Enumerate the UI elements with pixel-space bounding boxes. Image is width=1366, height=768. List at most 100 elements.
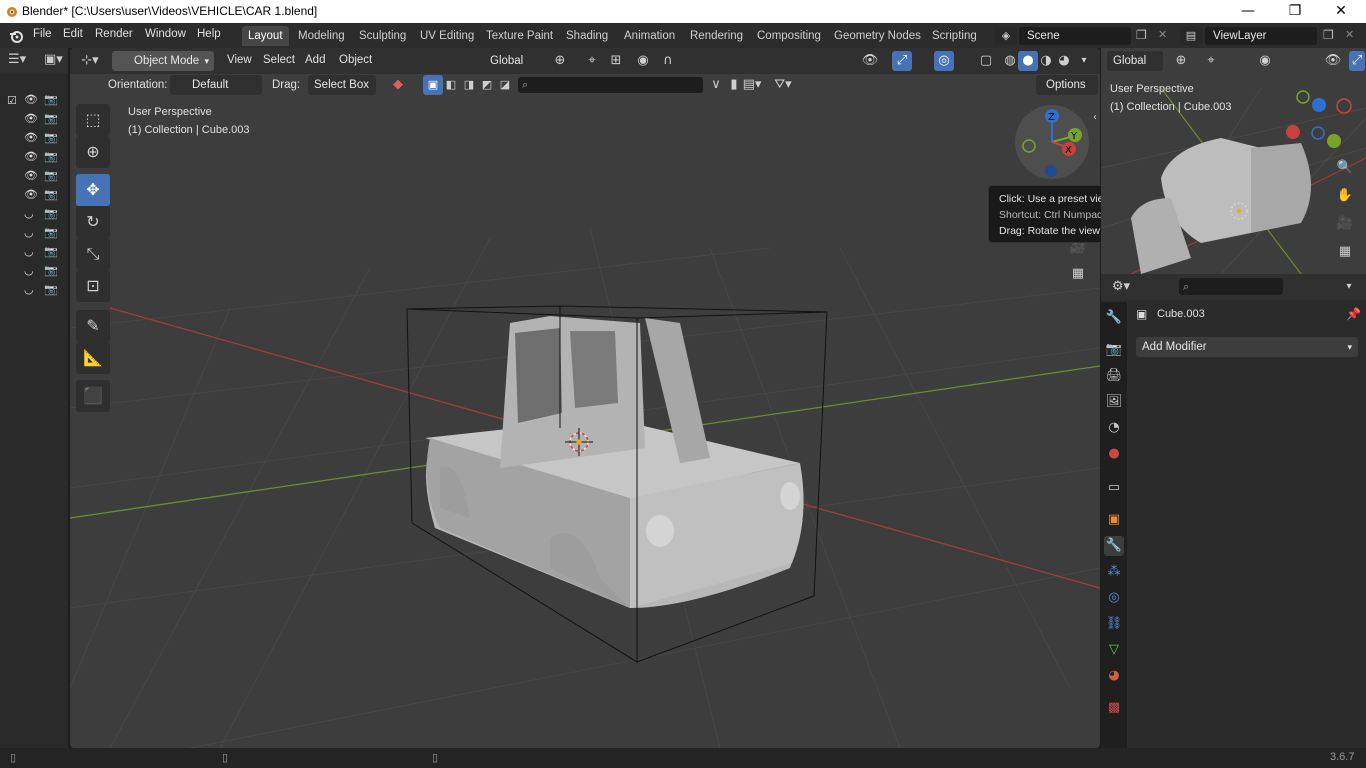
solid-shading-icon[interactable]: ● — [1018, 51, 1038, 71]
scene-selector-icon[interactable]: ◈ — [995, 27, 1017, 45]
minimize-button[interactable]: — — [1225, 0, 1271, 23]
render-tab-icon[interactable]: 📷 — [1104, 340, 1124, 360]
object-type-visibility-icon[interactable]: ◆ — [388, 75, 408, 95]
render-camera-icon[interactable]: 📷 — [44, 188, 58, 201]
view-layer-tab-icon[interactable]: 🖼 — [1104, 392, 1124, 412]
mini-proportional-icon[interactable]: ◉ — [1255, 51, 1275, 71]
outliner-row[interactable]: 👁 📷 — [0, 167, 68, 186]
properties-editor-type-icon[interactable]: ⚙▾ — [1111, 277, 1131, 297]
select-mode-intersect-icon[interactable]: ◪ — [495, 75, 515, 95]
scale-tool-icon[interactable]: ⤡ — [76, 238, 110, 270]
properties-search-input[interactable]: ⌕ — [1179, 278, 1283, 295]
mini-snap-icon[interactable]: ⌖ — [1201, 51, 1221, 71]
modifier-tab-icon[interactable]: 🔧 — [1104, 536, 1124, 556]
tab-animation[interactable]: Animation — [618, 26, 681, 46]
xray-icon[interactable]: ▢ — [976, 51, 996, 71]
close-button[interactable]: ✕ — [1318, 0, 1364, 23]
eye-open-icon[interactable]: 👁 — [24, 150, 38, 163]
render-camera-icon[interactable]: 📷 — [44, 207, 58, 220]
eye-closed-icon[interactable]: ◡ — [24, 245, 34, 258]
object-tab-icon[interactable]: ▣ — [1104, 510, 1124, 530]
menu-add[interactable]: Add — [305, 54, 325, 66]
move-tool-icon[interactable]: ✥ — [76, 174, 110, 206]
editor-type-icon[interactable]: ⊹▾ — [80, 51, 100, 71]
eye-open-icon[interactable]: 👁 — [24, 188, 38, 201]
new-scene-icon[interactable]: ❐ — [1136, 28, 1147, 42]
collection-tab-icon[interactable]: ▭ — [1104, 478, 1124, 498]
outliner-row[interactable]: 👁 📷 — [0, 186, 68, 205]
menu-select[interactable]: Select — [263, 54, 295, 66]
navigation-gizmo[interactable]: Z Y X — [1014, 104, 1090, 180]
render-camera-icon[interactable]: 📷 — [44, 264, 58, 277]
eye-closed-icon[interactable]: ◡ — [24, 264, 34, 277]
eye-closed-icon[interactable]: ◡ — [24, 283, 34, 296]
particles-tab-icon[interactable]: ⁂ — [1104, 562, 1124, 582]
render-camera-icon[interactable]: 📷 — [44, 93, 58, 106]
tab-layout[interactable]: Layout — [242, 26, 289, 46]
menu-render[interactable]: Render — [95, 28, 133, 40]
properties-options-icon[interactable]: ▾ — [1339, 277, 1359, 297]
rotate-tool-icon[interactable]: ↻ — [76, 206, 110, 238]
material-tab-icon[interactable]: ◕ — [1104, 666, 1124, 686]
funnel-filter-icon[interactable]: ⛛▾ — [773, 75, 793, 95]
mini-camera-icon[interactable]: 🎥 — [1335, 214, 1355, 234]
asset-search-input[interactable]: ⌕ — [518, 77, 703, 93]
mini-pivot-icon[interactable]: ⊕ — [1171, 51, 1191, 71]
tab-shading[interactable]: Shading — [560, 26, 614, 46]
proportional-edit-icon[interactable]: ◉ — [633, 51, 653, 71]
constraints-tab-icon[interactable]: ⛓ — [1104, 614, 1124, 634]
select-mode-set-icon[interactable]: ▣ — [423, 75, 443, 95]
outliner-row[interactable]: 👁 📷 — [0, 148, 68, 167]
snap-icon[interactable]: ⌖ — [582, 51, 602, 71]
outliner-row[interactable]: ◡ 📷 — [0, 243, 68, 262]
pivot-point-icon[interactable]: ⊕ — [550, 51, 570, 71]
remove-view-layer-icon[interactable]: ✕ — [1345, 28, 1354, 41]
orientation-dropdown[interactable]: Default — [170, 75, 262, 95]
view-layer-field[interactable]: ViewLayer — [1205, 27, 1317, 45]
tab-texture-paint[interactable]: Texture Paint — [480, 26, 559, 46]
filter-icon[interactable]: ∨ — [706, 75, 726, 95]
mini-orientation-dropdown[interactable]: Global — [1107, 51, 1163, 71]
transform-orientation-dropdown[interactable]: Global — [468, 51, 543, 71]
pin-icon[interactable]: 📌 — [1346, 307, 1361, 321]
mini-viewport[interactable]: Global ⊕ ⌖ ◉ 👁 ⤢ User Perspective (1) Co… — [1101, 48, 1366, 274]
wireframe-shading-icon[interactable]: ◍ — [1000, 51, 1020, 71]
3d-viewport[interactable]: ⊹▾ Object Mode ▾ View Select Add Object … — [70, 48, 1100, 748]
gizmo-neg-z[interactable] — [1045, 165, 1057, 177]
drag-dropdown[interactable]: Select Box — [308, 75, 376, 95]
editor-type-icon[interactable]: ☰▾ — [8, 52, 26, 67]
tab-uv-editing[interactable]: UV Editing — [414, 26, 480, 46]
eye-open-icon[interactable]: 👁 — [24, 169, 38, 182]
outliner-row[interactable]: ☑ 👁 📷 — [0, 91, 68, 110]
tab-sculpting[interactable]: Sculpting — [353, 26, 412, 46]
menu-view[interactable]: View — [227, 54, 252, 66]
tab-modeling[interactable]: Modeling — [292, 26, 351, 46]
texture-tab-icon[interactable]: ▩ — [1104, 698, 1124, 718]
select-mode-extend-icon[interactable]: ◧ — [441, 75, 461, 95]
menu-edit[interactable]: Edit — [63, 28, 83, 40]
checkbox-icon[interactable]: ☑ — [7, 94, 17, 107]
annotate-tool-icon[interactable]: ✎ — [76, 310, 110, 342]
menu-file[interactable]: File — [33, 28, 52, 40]
render-camera-icon[interactable]: 📷 — [44, 150, 58, 163]
eye-closed-icon[interactable]: ◡ — [24, 226, 34, 239]
render-camera-icon[interactable]: 📷 — [44, 283, 58, 296]
options-button[interactable]: Options — [1036, 75, 1098, 95]
mini-gizmo-icon[interactable]: ⤢ — [1349, 51, 1365, 71]
output-tab-icon[interactable]: 🖨 — [1104, 366, 1124, 386]
mini-pan-icon[interactable]: ✋ — [1335, 186, 1355, 206]
add-modifier-dropdown[interactable]: Add Modifier ▾ — [1136, 337, 1358, 357]
scene-tab-icon[interactable]: ◔ — [1104, 418, 1124, 438]
select-mode-invert-icon[interactable]: ◩ — [477, 75, 497, 95]
view-layer-selector-icon[interactable]: ▤ — [1180, 27, 1202, 45]
object-mode-dropdown[interactable]: Object Mode ▾ — [112, 51, 214, 71]
ortho-toggle-icon[interactable]: ▦ — [1068, 264, 1088, 284]
maximize-button[interactable]: ❐ — [1272, 0, 1318, 23]
cursor-tool-icon[interactable]: ⊕ — [76, 136, 110, 168]
sidebar-toggle-icon[interactable]: ‹ — [1085, 108, 1100, 128]
scene-name-field[interactable]: Scene — [1019, 27, 1131, 45]
menu-object[interactable]: Object — [339, 54, 372, 66]
gizmo-toggle-icon[interactable]: ⤢ — [892, 51, 912, 71]
render-camera-icon[interactable]: 📷 — [44, 226, 58, 239]
rendered-shading-icon[interactable]: ◕ — [1054, 51, 1074, 71]
